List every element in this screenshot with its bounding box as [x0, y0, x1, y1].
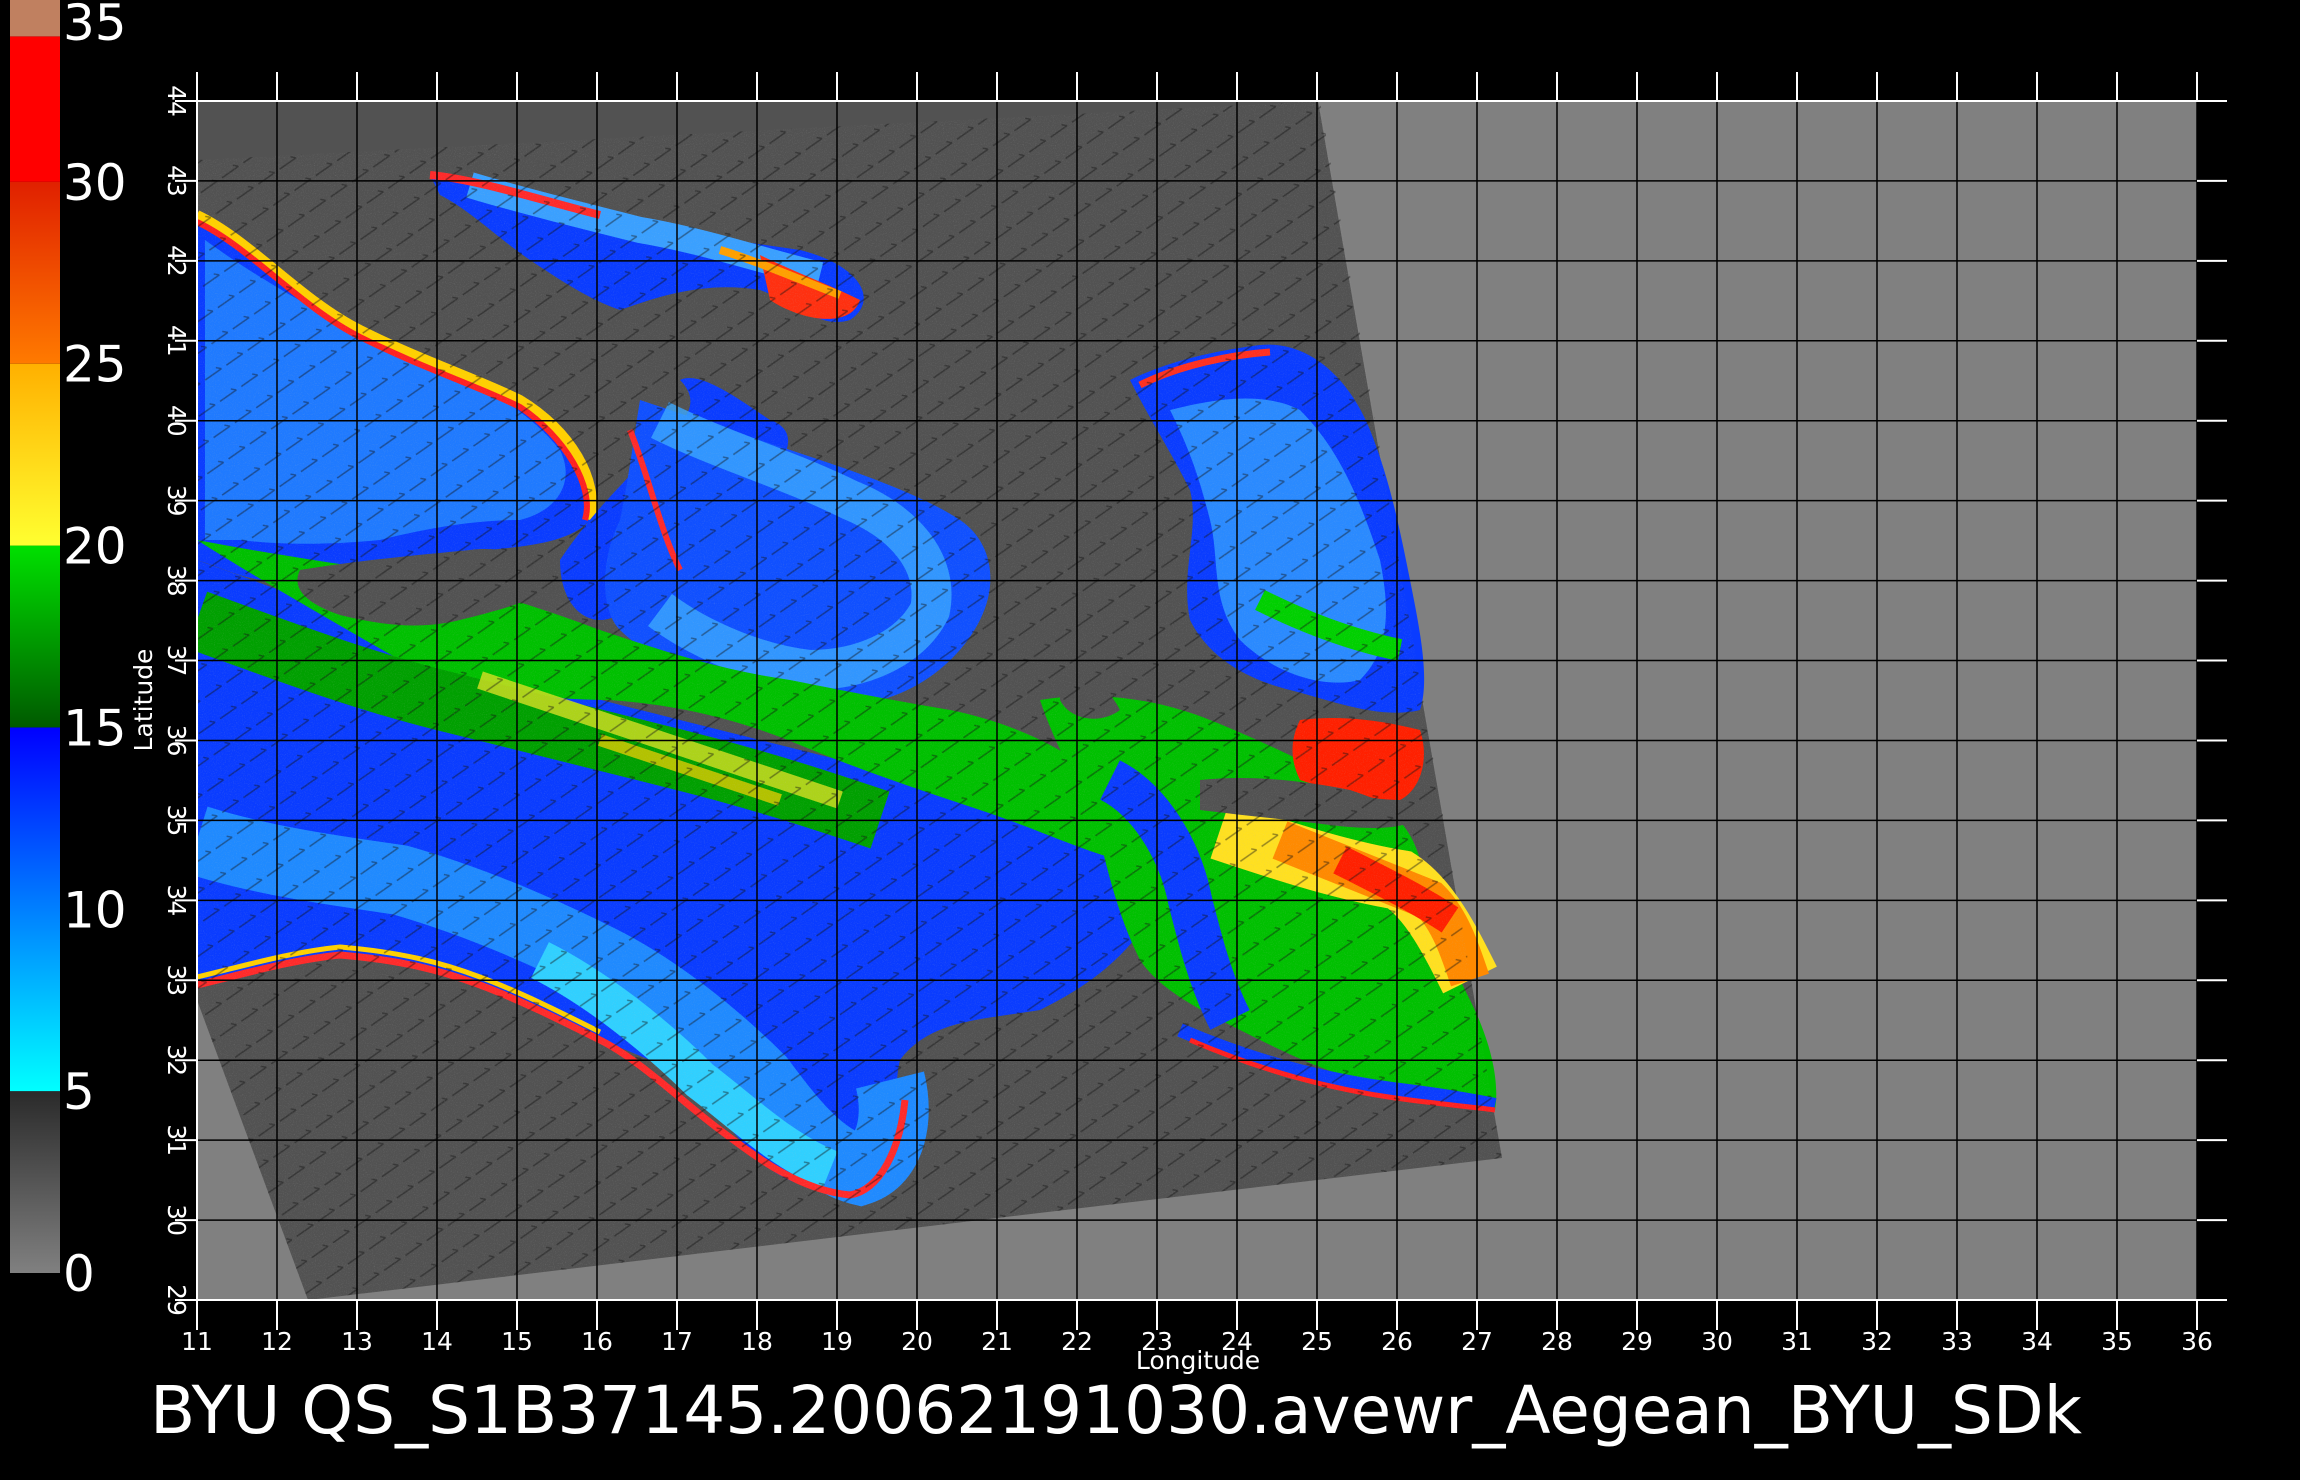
colorbar-tick-label: 5: [63, 1063, 95, 1121]
lat-tick-label: 43: [162, 165, 191, 197]
lon-tick-label: 26: [1381, 1327, 1413, 1356]
lat-tick-label: 37: [162, 645, 191, 677]
colorbar-bands: [10, 0, 60, 1273]
lon-tick-label: 15: [501, 1327, 533, 1356]
y-axis-tick-labels: 29 30 31 32 33 34 35 36 37 38 39 40 41 42 43 44: [162, 85, 191, 1316]
colorbar-band: [10, 1091, 60, 1273]
y-axis-title: Latitude: [129, 649, 158, 752]
lon-tick-label: 12: [261, 1327, 293, 1356]
colorbar-band: [10, 363, 60, 546]
colorbar-tick-label: 25: [63, 336, 127, 394]
lon-tick-label: 20: [901, 1327, 933, 1356]
lat-tick-label: 39: [162, 485, 191, 517]
colorbar-tick-label: 30: [63, 154, 127, 212]
lon-tick-label: 25: [1301, 1327, 1333, 1356]
lon-tick-label: 11: [181, 1327, 213, 1356]
lon-tick-label: 17: [661, 1327, 693, 1356]
lat-tick-label: 36: [162, 725, 191, 757]
map-figure: 35 30 25 20 15 10 5 0 11 12 13 14 15 16 17 18 1…: [10, 0, 2227, 1449]
lon-tick-label: 32: [1861, 1327, 1893, 1356]
lon-tick-label: 29: [1621, 1327, 1653, 1356]
lat-tick-label: 35: [162, 804, 191, 836]
colorbar-tick-label: 15: [63, 699, 127, 757]
lon-tick-label: 31: [1781, 1327, 1813, 1356]
lat-tick-label: 31: [162, 1124, 191, 1156]
x-axis-title: Longitude: [1136, 1346, 1260, 1375]
lon-tick-label: 34: [2021, 1327, 2053, 1356]
colorbar-band: [10, 727, 60, 1092]
colorbar-band: [10, 36, 60, 182]
lon-tick-label: 18: [741, 1327, 773, 1356]
lon-tick-label: 16: [581, 1327, 613, 1356]
lon-tick-label: 21: [981, 1327, 1013, 1356]
colorbar-tick-label: 0: [63, 1245, 95, 1303]
lat-tick-label: 32: [162, 1044, 191, 1076]
lon-tick-label: 14: [421, 1327, 453, 1356]
image-title: BYU QS_S1B37145.20062191030.avewr_Aegean…: [150, 1372, 2083, 1449]
lon-tick-label: 30: [1701, 1327, 1733, 1356]
lat-tick-label: 42: [162, 245, 191, 277]
lon-tick-label: 35: [2101, 1327, 2133, 1356]
lat-tick-label: 44: [162, 85, 191, 117]
colorbar-tick-label: 20: [63, 518, 127, 576]
lat-tick-label: 41: [162, 325, 191, 357]
lat-tick-label: 38: [162, 565, 191, 597]
colorbar-tick-label: 35: [63, 0, 127, 52]
colorbar-band: [10, 0, 60, 37]
lon-tick-label: 27: [1461, 1327, 1493, 1356]
lon-tick-label: 28: [1541, 1327, 1573, 1356]
lon-tick-label: 36: [2181, 1327, 2213, 1356]
map-plot: 11 12 13 14 15 16 17 18 19 20 21 22 23 24 25 26 27 28 29 30…: [129, 72, 2227, 1375]
colorbar-band: [10, 545, 60, 728]
lon-tick-label: 22: [1061, 1327, 1093, 1356]
lat-tick-label: 30: [162, 1204, 191, 1236]
colorbar-labels: 35 30 25 20 15 10 5 0: [63, 0, 127, 1303]
speckle-noise: [197, 101, 1502, 1300]
lon-tick-label: 33: [1941, 1327, 1973, 1356]
lat-tick-label: 29: [162, 1284, 191, 1316]
lon-tick-label: 13: [341, 1327, 373, 1356]
colorbar: 35 30 25 20 15 10 5 0: [10, 0, 127, 1303]
lat-tick-label: 33: [162, 964, 191, 996]
colorbar-band: [10, 181, 60, 364]
lat-tick-label: 34: [162, 884, 191, 916]
colorbar-tick-label: 10: [63, 881, 127, 939]
lon-tick-label: 19: [821, 1327, 853, 1356]
lat-tick-label: 40: [162, 405, 191, 437]
